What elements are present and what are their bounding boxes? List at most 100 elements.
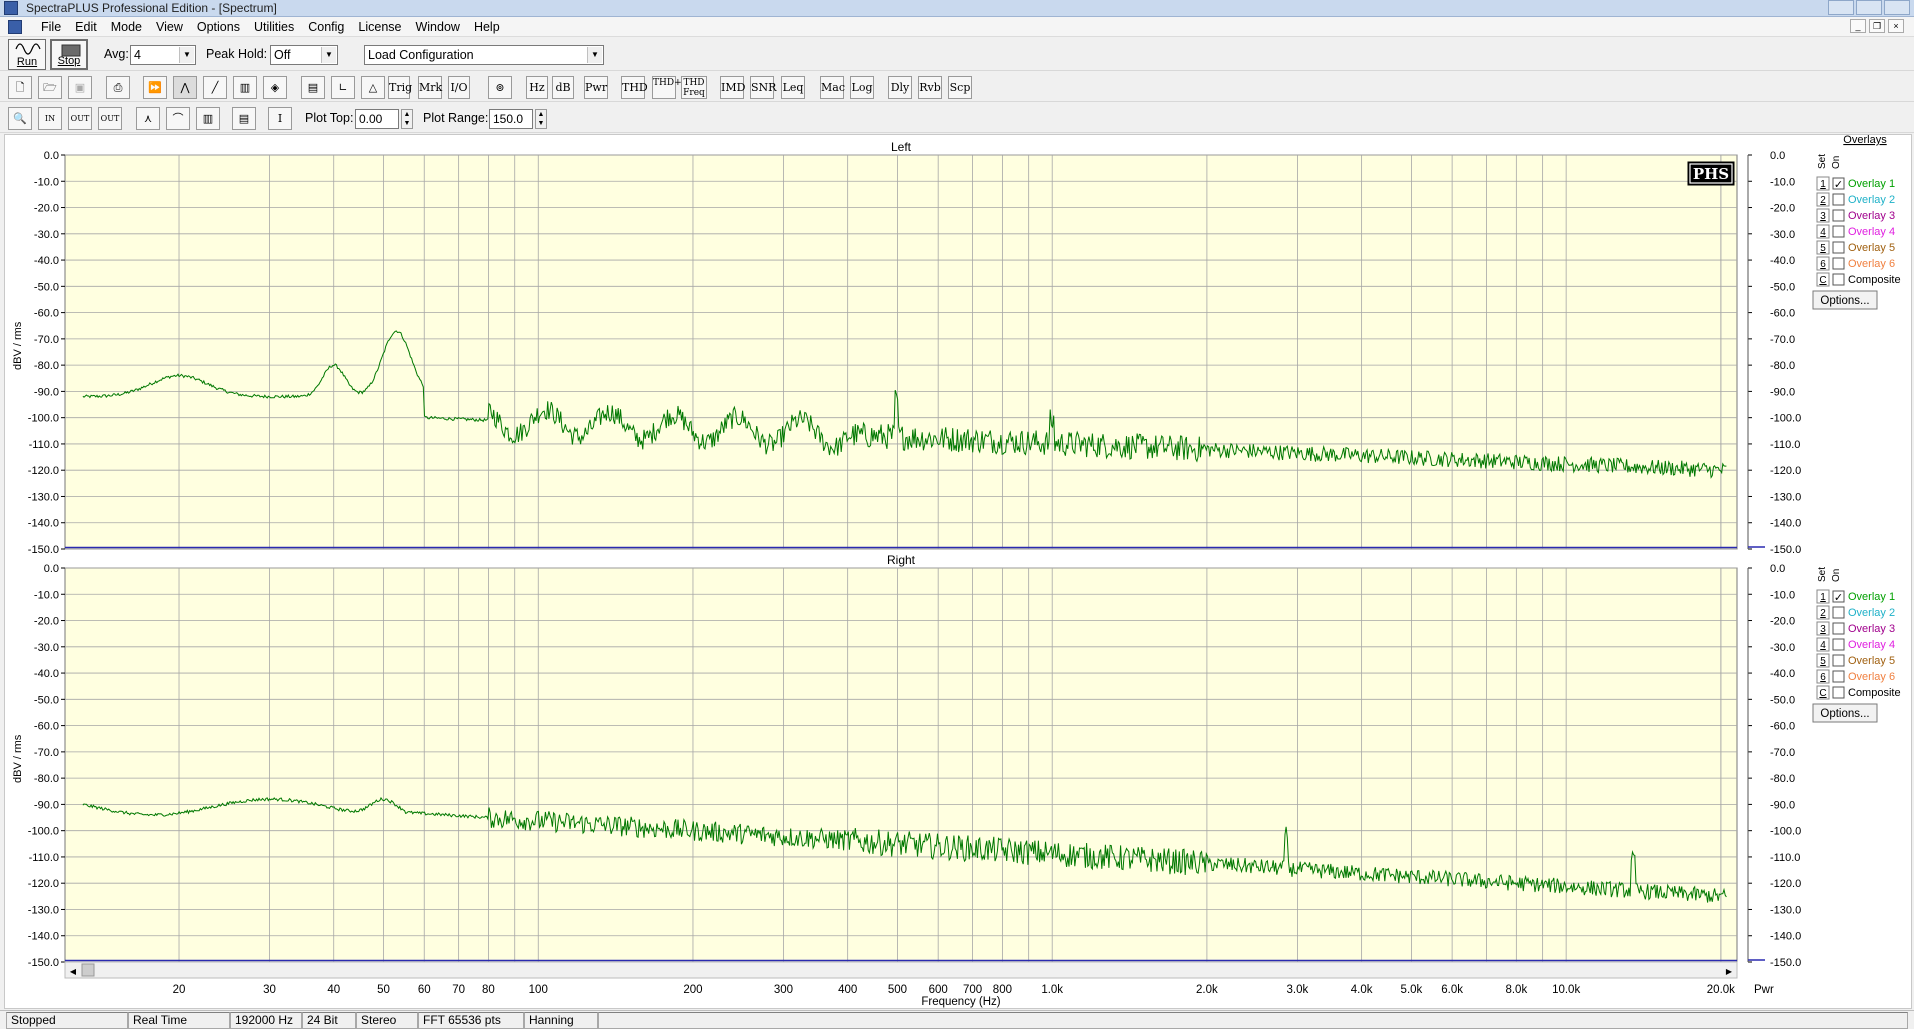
- peak-icon[interactable]: ⋏: [136, 107, 160, 130]
- overlay-set-button[interactable]: 6: [1820, 259, 1826, 270]
- vertical-range-icon[interactable]: Ⅰ: [268, 107, 292, 130]
- overlay-row[interactable]: C Composite: [1816, 685, 1901, 700]
- overlay-checkbox[interactable]: [1832, 209, 1845, 222]
- overlay-row[interactable]: 6 Overlay 6: [1816, 256, 1895, 271]
- new-file-icon[interactable]: 🗋: [8, 76, 32, 99]
- menu-mode[interactable]: Mode: [104, 17, 149, 37]
- horizontal-scrollbar[interactable]: ◀ ▶: [64, 961, 1738, 979]
- chevron-down-icon[interactable]: ▼: [587, 47, 602, 63]
- plot-range-spinner[interactable]: ▲ ▼: [535, 109, 547, 129]
- overlay-row[interactable]: 4 Overlay 4: [1816, 637, 1895, 652]
- zoom-icon[interactable]: 🔍: [8, 107, 32, 130]
- panel-icon[interactable]: ▤: [301, 76, 325, 99]
- menu-view[interactable]: View: [149, 17, 190, 37]
- scroll-thumb[interactable]: [81, 963, 95, 977]
- overlay-row[interactable]: 5 Overlay 5: [1816, 653, 1895, 668]
- overlay-set-button[interactable]: 6: [1820, 672, 1826, 683]
- tool-scp-button[interactable]: Scp: [948, 76, 972, 99]
- overlay-checkbox[interactable]: [1832, 606, 1845, 619]
- tool-log-button[interactable]: Log: [850, 76, 874, 99]
- 3d-surface-icon[interactable]: ◈: [263, 76, 287, 99]
- tool-thd-button[interactable]: THD: [621, 76, 648, 99]
- overlay-row[interactable]: 6 Overlay 6: [1816, 669, 1895, 684]
- stop-button[interactable]: Stop: [50, 39, 88, 70]
- overlay-row[interactable]: 5 Overlay 5: [1816, 240, 1895, 255]
- menu-window[interactable]: Window: [408, 17, 466, 37]
- overlay-set-button[interactable]: 4: [1820, 640, 1826, 651]
- configuration-select[interactable]: Load Configuration ▼: [364, 45, 604, 65]
- tool-i-o-button[interactable]: I/O: [448, 76, 470, 99]
- scroll-left-icon[interactable]: ◀: [70, 967, 77, 976]
- app-icon[interactable]: [4, 1, 18, 15]
- scope-icon[interactable]: ╱: [203, 76, 227, 99]
- overlay-set-button[interactable]: 3: [1820, 211, 1826, 222]
- overlay-checkbox[interactable]: [1832, 686, 1845, 699]
- mdi-restore-button[interactable]: ❐: [1869, 19, 1885, 33]
- overlay-options-button[interactable]: Options...: [1812, 703, 1878, 723]
- overlay-set-button[interactable]: 5: [1820, 656, 1826, 667]
- overlay-set-button[interactable]: 5: [1820, 243, 1826, 254]
- tool-mrk-button[interactable]: Mrk: [418, 76, 442, 99]
- overlay-options-button[interactable]: Options...: [1812, 290, 1878, 310]
- zoom-out-2x-icon[interactable]: OUT 2X: [68, 107, 92, 144]
- overlay-set-button[interactable]: 2: [1820, 195, 1826, 206]
- overlay-set-button[interactable]: 2: [1820, 608, 1826, 619]
- spectrum-icon[interactable]: ⋀: [173, 76, 197, 99]
- chevron-down-icon[interactable]: ▼: [321, 47, 336, 63]
- open-folder-icon[interactable]: 🗁: [38, 76, 62, 99]
- tool-imd-button[interactable]: IMD: [720, 76, 745, 99]
- plot-range-input[interactable]: 150.0: [489, 109, 533, 129]
- axis-icon[interactable]: ∟: [331, 76, 355, 99]
- overlay-row[interactable]: C Composite: [1816, 272, 1901, 287]
- overlay-checkbox[interactable]: [1832, 654, 1845, 667]
- chevron-down-icon[interactable]: ▼: [179, 47, 194, 63]
- overlay-row[interactable]: 4 Overlay 4: [1816, 224, 1895, 239]
- avg-select[interactable]: 4 ▼: [130, 45, 196, 65]
- menu-file[interactable]: File: [34, 17, 68, 37]
- scroll-right-icon[interactable]: ▶: [1726, 967, 1733, 976]
- run-button[interactable]: Run: [8, 39, 46, 70]
- overlay-checkbox[interactable]: [1832, 193, 1845, 206]
- spectrogram-icon[interactable]: ▥: [233, 76, 257, 99]
- overlay-set-button[interactable]: 1: [1820, 592, 1826, 603]
- overlay-row[interactable]: 2 Overlay 2: [1816, 605, 1895, 620]
- generator-icon[interactable]: △: [361, 76, 385, 99]
- overlay-row[interactable]: 1 ✓ Overlay 1: [1816, 176, 1895, 191]
- table-view-icon[interactable]: ▤: [232, 107, 256, 130]
- tool-mac-button[interactable]: Mac: [820, 76, 845, 99]
- tool-trig-button[interactable]: Trig: [388, 76, 412, 99]
- overlay-checkbox[interactable]: [1832, 225, 1845, 238]
- overlay-row[interactable]: 3 Overlay 3: [1816, 621, 1895, 636]
- fast-forward-icon[interactable]: ⏩: [143, 76, 167, 99]
- bar-graph-icon[interactable]: ▥: [196, 107, 220, 130]
- document-icon[interactable]: [8, 20, 22, 34]
- tool-thd-n-button[interactable]: THD+N: [652, 76, 689, 99]
- menu-license[interactable]: License: [351, 17, 408, 37]
- plot-top-input[interactable]: 0.00: [355, 109, 399, 129]
- overlay-checkbox[interactable]: [1832, 241, 1845, 254]
- spectrum-plots[interactable]: Left 0.0 0.0 -10.0 -10.0 -20.0 -20.0 -30.0 -30.0…: [5, 135, 1911, 1008]
- menu-edit[interactable]: Edit: [68, 17, 104, 37]
- overlay-row[interactable]: 2 Overlay 2: [1816, 192, 1895, 207]
- tool-snr-button[interactable]: SNR: [750, 76, 776, 99]
- tool-thd-freq-button[interactable]: THD Freq: [681, 76, 707, 99]
- overlay-checkbox[interactable]: [1832, 257, 1845, 270]
- menu-help[interactable]: Help: [467, 17, 507, 37]
- menu-config[interactable]: Config: [301, 17, 351, 37]
- plot-top-spinner[interactable]: ▲ ▼: [401, 109, 413, 129]
- menu-options[interactable]: Options: [190, 17, 247, 37]
- tool-leq-button[interactable]: Leq: [781, 76, 805, 99]
- overlay-set-button[interactable]: 4: [1820, 227, 1826, 238]
- tool-hz-button[interactable]: Hz: [526, 76, 548, 99]
- overlay-row[interactable]: 3 Overlay 3: [1816, 208, 1895, 223]
- overlay-set-button[interactable]: C: [1819, 275, 1826, 286]
- mdi-minimize-button[interactable]: _: [1850, 19, 1866, 33]
- menu-utilities[interactable]: Utilities: [247, 17, 301, 37]
- signal-generator-icon[interactable]: ⊚: [488, 76, 512, 99]
- overlay-checkbox[interactable]: [1832, 273, 1845, 286]
- zoom-out-full-icon[interactable]: OUT FULL: [98, 107, 122, 144]
- overlay-checkbox[interactable]: [1832, 670, 1845, 683]
- overlay-row[interactable]: 1 ✓ Overlay 1: [1816, 589, 1895, 604]
- overlay-checkbox[interactable]: [1832, 622, 1845, 635]
- tool-pwr-button[interactable]: Pwr: [584, 76, 608, 99]
